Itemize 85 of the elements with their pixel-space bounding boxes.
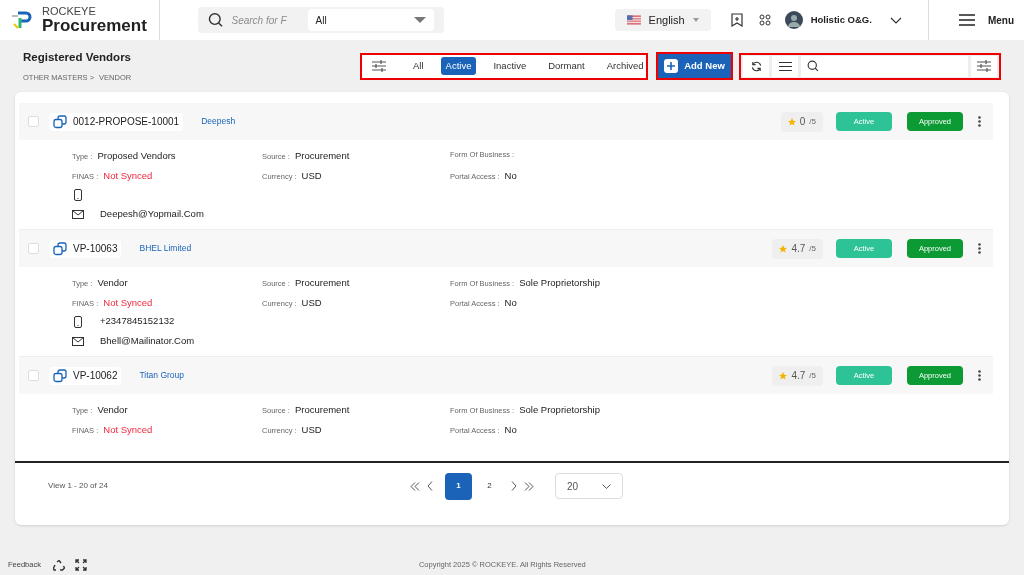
brand-label: ROCKEYE bbox=[42, 6, 97, 17]
mail-icon bbox=[72, 337, 84, 346]
add-new-button[interactable]: Add New bbox=[656, 52, 733, 80]
page-button[interactable]: 2 bbox=[476, 472, 503, 500]
row-checkbox[interactable] bbox=[28, 370, 39, 381]
list-search-field[interactable] bbox=[801, 55, 968, 77]
filter-tab[interactable]: Archived bbox=[601, 57, 649, 75]
field-value: Not Synced bbox=[103, 169, 153, 183]
search-icon bbox=[807, 60, 819, 72]
filter-tab[interactable]: Inactive bbox=[488, 57, 532, 75]
star-icon bbox=[787, 117, 796, 126]
previous-page-icon[interactable] bbox=[427, 481, 433, 491]
field-value: Sole Proprietorship bbox=[519, 276, 600, 290]
bookmark-icon[interactable] bbox=[730, 13, 743, 27]
field-value: Not Synced bbox=[103, 423, 153, 437]
copy-icon bbox=[53, 114, 67, 129]
rating-badge: 0 /5 bbox=[780, 111, 823, 132]
page-size-dropdown[interactable]: 20 bbox=[555, 473, 623, 499]
star-icon bbox=[779, 244, 788, 253]
phone-icon bbox=[74, 315, 82, 328]
filter-tab[interactable]: All bbox=[408, 57, 429, 75]
rating-badge: 4.7 /5 bbox=[772, 365, 823, 386]
refresh-icon bbox=[750, 60, 762, 72]
mail-icon bbox=[72, 210, 84, 219]
email-text: Bhell@Mailinator.Com bbox=[100, 334, 195, 349]
filter-tab[interactable]: Active bbox=[440, 57, 477, 75]
apps-grid-icon[interactable] bbox=[758, 14, 771, 26]
vendor-code-chip[interactable]: VP-10062 bbox=[49, 366, 122, 385]
logo-icon bbox=[10, 10, 34, 30]
refresh-button[interactable] bbox=[743, 55, 769, 77]
recycle-icon[interactable] bbox=[52, 559, 65, 571]
copy-icon bbox=[53, 241, 67, 256]
field-value: No bbox=[504, 169, 517, 183]
record-count: View 1 - 20 of 24 bbox=[48, 480, 109, 492]
field-value: Not Synced bbox=[103, 296, 153, 310]
page-title: Registered Vendors bbox=[23, 49, 132, 65]
more-options-icon[interactable] bbox=[978, 243, 981, 254]
field-value: No bbox=[504, 423, 517, 437]
page-button[interactable]: 1 bbox=[445, 472, 472, 500]
menu-icon bbox=[958, 14, 975, 26]
flag-icon bbox=[626, 15, 641, 25]
vendor-code-chip[interactable]: VP-10063 bbox=[49, 239, 122, 258]
sliders-icon bbox=[977, 60, 991, 72]
scope-dropdown[interactable]: All bbox=[307, 9, 434, 31]
vendor-name-link[interactable]: Deepesh bbox=[201, 115, 236, 128]
field-value: Proposed Vendors bbox=[97, 149, 176, 163]
vendor-name-link[interactable]: BHEL Limited bbox=[139, 242, 192, 255]
field-value: Procurement bbox=[294, 149, 350, 163]
field-value: USD bbox=[301, 296, 322, 310]
field-value: Procurement bbox=[294, 403, 350, 417]
filter-settings-button[interactable] bbox=[971, 55, 997, 77]
filter-tab[interactable]: Dormant bbox=[543, 57, 590, 75]
more-options-icon[interactable] bbox=[978, 116, 981, 127]
row-checkbox[interactable] bbox=[28, 243, 39, 254]
list-view-button[interactable] bbox=[772, 55, 798, 77]
user-menu[interactable]: Holistic O&G. bbox=[784, 11, 902, 29]
field-value: Sole Proprietorship bbox=[519, 403, 600, 417]
field-value: USD bbox=[301, 169, 322, 183]
search-field[interactable]: Search for F bbox=[231, 12, 300, 28]
chevron-down-icon bbox=[602, 483, 611, 489]
field-value: USD bbox=[301, 423, 322, 437]
field-value: No bbox=[504, 296, 517, 310]
language-selector[interactable]: English bbox=[614, 9, 711, 31]
field-value: Vendor bbox=[97, 403, 128, 417]
menu-button[interactable]: Menu bbox=[958, 12, 1014, 28]
copy-icon bbox=[53, 368, 67, 383]
sliders-icon bbox=[372, 60, 386, 72]
list-icon bbox=[778, 61, 792, 71]
plus-icon bbox=[664, 59, 679, 73]
app-title: Procurement bbox=[42, 17, 147, 34]
star-icon bbox=[779, 371, 788, 380]
search-icon bbox=[208, 12, 224, 28]
rating-badge: 4.7 /5 bbox=[772, 238, 823, 259]
row-checkbox[interactable] bbox=[28, 116, 39, 127]
chevron-down-icon bbox=[889, 16, 902, 24]
phone-text: +2347845152132 bbox=[100, 314, 175, 329]
field-value: Procurement bbox=[294, 276, 350, 290]
avatar bbox=[784, 11, 803, 29]
email-text: Deepesh@Yopmail.Com bbox=[100, 207, 204, 222]
vendor-name-link[interactable]: Titan Group bbox=[139, 369, 185, 382]
fullscreen-icon[interactable] bbox=[74, 559, 87, 571]
more-options-icon[interactable] bbox=[978, 370, 981, 381]
vendor-code-chip[interactable]: 0012-PROPOSE-10001 bbox=[49, 112, 184, 131]
next-page-icon[interactable] bbox=[511, 481, 517, 491]
field-value: Vendor bbox=[97, 276, 128, 290]
